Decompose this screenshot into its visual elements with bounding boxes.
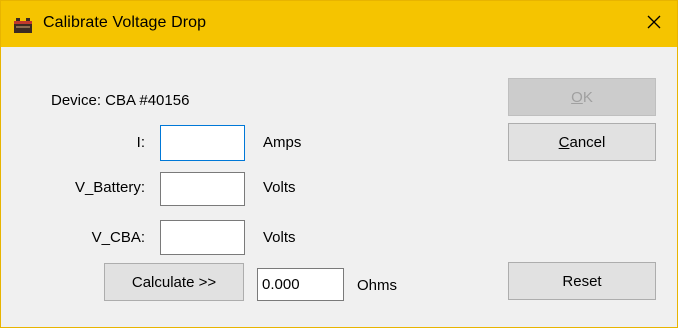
resistance-result-field[interactable] xyxy=(257,268,344,301)
v-battery-unit: Volts xyxy=(263,179,296,196)
close-icon xyxy=(646,14,662,34)
calculate-button[interactable]: Calculate >> xyxy=(104,263,244,301)
ok-label-rest: K xyxy=(582,88,593,106)
ok-button[interactable]: OK xyxy=(508,78,656,116)
device-label: Device: CBA #40156 xyxy=(51,92,190,109)
close-button[interactable] xyxy=(631,1,677,47)
battery-icon xyxy=(13,16,33,34)
dialog-body: Device: CBA #40156 I: Amps V_Battery: Vo… xyxy=(1,47,677,327)
v-cba-label: V_CBA: xyxy=(91,229,145,246)
reset-button[interactable]: Reset xyxy=(508,262,656,300)
v-battery-input[interactable] xyxy=(160,172,245,206)
cancel-label-rest: ancel xyxy=(569,133,606,151)
resistance-unit: Ohms xyxy=(357,277,398,294)
calibrate-dialog: Calibrate Voltage Drop Device: CBA #4015… xyxy=(0,0,678,328)
title-bar[interactable]: Calibrate Voltage Drop xyxy=(1,1,677,47)
window-title: Calibrate Voltage Drop xyxy=(43,14,207,31)
v-cba-unit: Volts xyxy=(263,229,296,246)
current-label: I: xyxy=(136,134,145,151)
current-unit: Amps xyxy=(263,134,302,151)
current-input[interactable] xyxy=(160,125,245,161)
cancel-button[interactable]: Cancel xyxy=(508,123,656,161)
ok-mnemonic: O xyxy=(571,88,583,106)
v-battery-label: V_Battery: xyxy=(74,179,145,196)
v-cba-input[interactable] xyxy=(160,220,245,255)
cancel-mnemonic: C xyxy=(558,133,570,151)
